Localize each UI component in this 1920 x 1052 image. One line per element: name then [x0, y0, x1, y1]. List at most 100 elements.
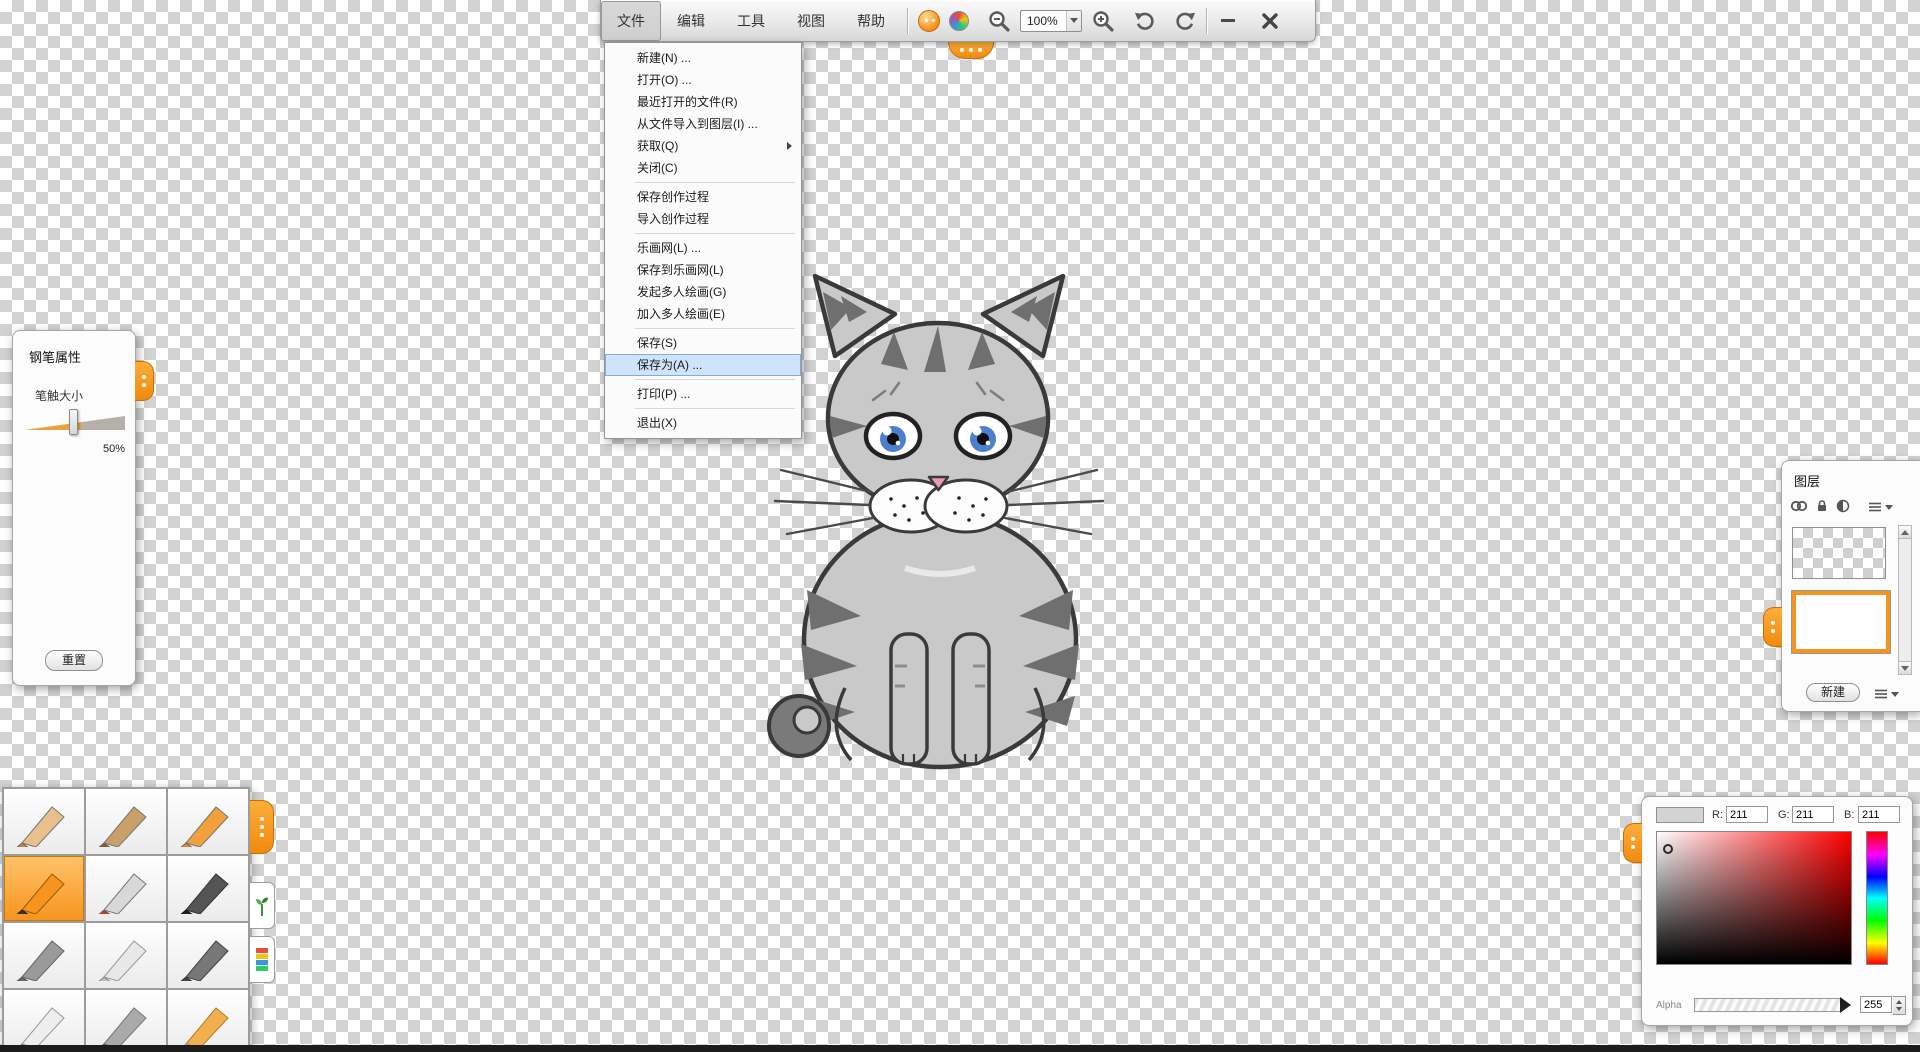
main-toolbar: 文件 编辑 工具 视图 帮助 100%: [600, 0, 1316, 42]
blue-input[interactable]: [1858, 806, 1900, 823]
menu-help[interactable]: 帮助: [841, 1, 901, 41]
red-input[interactable]: [1726, 806, 1768, 823]
color-wheel-button[interactable]: [944, 5, 974, 37]
layer-list-menu-button[interactable]: [1874, 688, 1899, 700]
app-logo-button[interactable]: [914, 5, 944, 37]
file-menu-item-start-multiplayer[interactable]: 发起多人绘画(G): [605, 281, 801, 303]
swatch-strip-button[interactable]: [250, 936, 275, 983]
pen-panel-drag-handle[interactable]: [135, 361, 154, 401]
brush-tool-flat-brush[interactable]: [4, 990, 84, 1052]
paint-brush-icon: [94, 864, 158, 914]
layers-scrollbar[interactable]: [1898, 525, 1912, 675]
screen-bottom-edge: [0, 1045, 1920, 1052]
file-menu-item-lehua-site[interactable]: 乐画网(L) ...: [605, 237, 801, 259]
layer-item-1[interactable]: [1792, 527, 1886, 579]
layers-panel-drag-handle[interactable]: [1763, 607, 1782, 647]
fountain-pen-icon: [12, 864, 76, 914]
zoom-level-combobox[interactable]: 100%: [1020, 10, 1082, 32]
toolbar-separator: [907, 8, 908, 34]
new-layer-button[interactable]: 新建: [1806, 683, 1860, 702]
liner-pen-icon: [94, 998, 158, 1048]
grip-dot-icon: [978, 48, 982, 52]
saturation-value-field[interactable]: [1656, 831, 1852, 965]
redo-button[interactable]: [1170, 5, 1200, 37]
brush-panel-drag-handle[interactable]: [250, 800, 274, 854]
file-menu-item-exit[interactable]: 退出(X): [605, 412, 801, 434]
zoom-in-button[interactable]: [1088, 5, 1118, 37]
swatch-strip-icon: [256, 948, 268, 972]
close-icon: [1261, 12, 1279, 30]
zoom-out-icon: [987, 9, 1011, 33]
layer-lock-button[interactable]: [1815, 499, 1829, 518]
close-button[interactable]: [1255, 5, 1285, 37]
scroll-down-button[interactable]: [1899, 661, 1911, 674]
blue-label: B:: [1844, 809, 1854, 821]
menu-tools[interactable]: 工具: [721, 1, 781, 41]
brush-tool-chalk[interactable]: [168, 789, 248, 854]
brush-tool-paint-roller[interactable]: [168, 923, 248, 988]
canvas[interactable]: [0, 0, 1920, 1052]
file-menu-item-save-to-lehua[interactable]: 保存到乐画网(L): [605, 259, 801, 281]
file-menu-item-recent-files[interactable]: 最近打开的文件(R): [605, 91, 801, 113]
layer-item-2-selected[interactable]: [1792, 591, 1890, 653]
undo-icon: [1134, 10, 1156, 32]
scroll-up-button[interactable]: [1899, 526, 1911, 539]
menu-item-label: 获取(Q): [637, 139, 678, 153]
palette-knife-icon: [94, 931, 158, 981]
file-menu-item-import-to-layer[interactable]: 从文件导入到图层(I) ...: [605, 113, 801, 135]
toolbar-separator: [1206, 8, 1207, 34]
hue-bar[interactable]: [1866, 831, 1888, 965]
alpha-input[interactable]: [1860, 996, 1892, 1013]
zoom-dropdown-button[interactable]: [1066, 11, 1081, 31]
minimize-button[interactable]: [1213, 5, 1243, 37]
brush-tool-paint-brush[interactable]: [86, 856, 166, 921]
file-menu-item-save[interactable]: 保存(S): [605, 332, 801, 354]
menu-view[interactable]: 视图: [781, 1, 841, 41]
brush-tool-dip-pen[interactable]: [168, 856, 248, 921]
brush-tool-pencil[interactable]: [4, 789, 84, 854]
alpha-slider[interactable]: [1694, 998, 1842, 1012]
brush-tool-airbrush[interactable]: [4, 923, 84, 988]
file-menu-item-save-as[interactable]: 保存为(A) ...: [605, 354, 801, 376]
layers-options-button[interactable]: [1868, 501, 1893, 513]
list-menu-icon: [1868, 501, 1882, 513]
brush-size-slider-handle[interactable]: [69, 409, 78, 435]
layers-panel-title: 图层: [1794, 471, 1820, 490]
file-menu-item-open[interactable]: 打开(O) ...: [605, 69, 801, 91]
brush-tool-fountain-pen[interactable]: [4, 856, 84, 921]
color-panel-drag-handle[interactable]: [1623, 823, 1642, 863]
reset-button[interactable]: 重置: [45, 650, 103, 671]
menu-item-label: 新建(N) ...: [637, 51, 691, 65]
file-menu-item-acquire[interactable]: 获取(Q): [605, 135, 801, 157]
pencil-icon: [12, 797, 76, 847]
alpha-slider-handle[interactable]: [1840, 997, 1851, 1013]
menu-item-label: 导入创作过程: [637, 212, 709, 226]
brush-tool-liner-pen[interactable]: [86, 990, 166, 1052]
file-menu-item-join-multiplayer[interactable]: 加入多人绘画(E): [605, 303, 801, 325]
file-menu-item-save-creation-process[interactable]: 保存创作过程: [605, 186, 801, 208]
zoom-out-button[interactable]: [984, 5, 1014, 37]
undo-button[interactable]: [1130, 5, 1160, 37]
brush-tool-reed-pen[interactable]: [86, 789, 166, 854]
file-menu-item-import-creation-process[interactable]: 导入创作过程: [605, 208, 801, 230]
menu-item-label: 退出(X): [637, 416, 677, 430]
color-cursor[interactable]: [1663, 844, 1673, 854]
file-menu-item-print[interactable]: 打印(P) ...: [605, 383, 801, 405]
sprout-tool-button[interactable]: [250, 882, 275, 929]
flat-brush-icon: [12, 998, 76, 1048]
menu-edit[interactable]: 编辑: [661, 1, 721, 41]
file-menu-item-close[interactable]: 关闭(C): [605, 157, 801, 179]
menu-file[interactable]: 文件: [601, 1, 661, 41]
grip-dot-icon: [1631, 845, 1635, 849]
chevron-down-icon: [1891, 692, 1899, 697]
layer-blend-button[interactable]: [1836, 499, 1850, 518]
alpha-spinner[interactable]: [1893, 996, 1906, 1015]
menu-item-label: 发起多人绘画(G): [637, 285, 726, 299]
red-label: R:: [1712, 809, 1723, 821]
green-input[interactable]: [1792, 806, 1834, 823]
menu-item-label: 关闭(C): [637, 161, 678, 175]
brush-tool-highlighter[interactable]: [168, 990, 248, 1052]
file-menu-item-new[interactable]: 新建(N) ...: [605, 47, 801, 69]
brush-tool-palette-knife[interactable]: [86, 923, 166, 988]
layer-link-button[interactable]: [1790, 499, 1808, 518]
